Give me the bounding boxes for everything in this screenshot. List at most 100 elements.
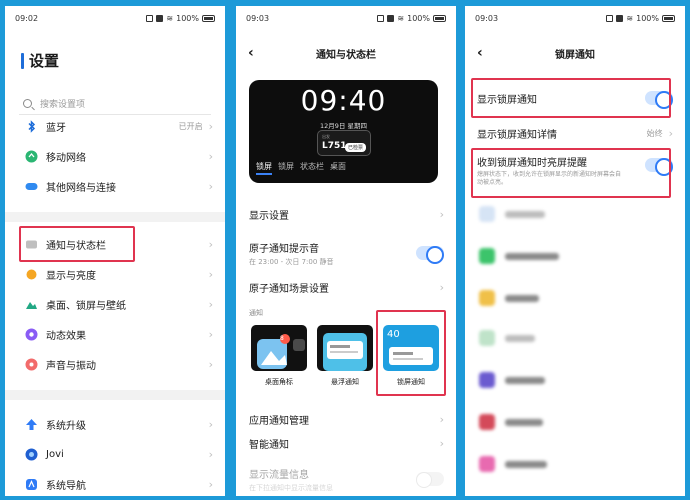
search-input[interactable]: 搜索设置项 <box>19 93 211 115</box>
battery-icon <box>202 14 215 22</box>
highlight-box <box>376 310 446 396</box>
battery-label: 100% <box>176 13 199 23</box>
sim-icon <box>616 14 624 22</box>
mute-icon <box>377 14 385 22</box>
settings-item-display[interactable]: 显示与亮度 › <box>5 264 225 284</box>
app-notification-row[interactable]: 应用通知管理 › <box>236 408 456 430</box>
wifi-icon: ≋ <box>626 13 634 23</box>
mobile-network-icon <box>25 150 38 162</box>
jovi-icon <box>25 448 38 460</box>
highlight-box <box>19 226 135 262</box>
battery-icon <box>662 14 675 22</box>
settings-item-mobile-network[interactable]: 移动网络 › <box>5 146 225 166</box>
settings-item-motion[interactable]: 动态效果 › <box>5 324 225 344</box>
battery-label: 100% <box>407 13 430 23</box>
chevron-right-icon: › <box>208 297 213 311</box>
navigation-icon <box>26 478 37 490</box>
sim-icon <box>156 14 164 22</box>
chevron-right-icon: › <box>208 119 213 133</box>
bluetooth-icon <box>28 119 36 133</box>
status-time: 09:02 <box>15 13 39 23</box>
sound-icon <box>25 358 38 370</box>
motion-icon <box>25 328 38 340</box>
chevron-right-icon: › <box>208 237 213 251</box>
chevron-right-icon: › <box>439 412 444 426</box>
brightness-icon <box>26 269 37 279</box>
chevron-right-icon: › <box>208 477 213 491</box>
mute-icon <box>146 14 154 22</box>
settings-item-other-networks[interactable]: 其他网络与连接 › <box>5 176 225 196</box>
tile-floating[interactable]: 悬浮通知 <box>315 323 375 391</box>
status-bar: 09:03 ≋ 100% <box>465 6 685 30</box>
app-list-item[interactable] <box>465 204 685 224</box>
lockscreen-preview: 09:40 12月9日 星期四 出发 L751 已检票 锁屏 锁屏 状态栏 桌面 <box>249 80 438 183</box>
atomic-scene-row[interactable]: 原子通知场景设置 › <box>236 276 456 298</box>
battery-icon <box>433 14 446 22</box>
mute-icon <box>606 14 614 22</box>
connection-icon <box>25 182 38 190</box>
chevron-right-icon: › <box>208 447 213 461</box>
wifi-icon: ≋ <box>397 13 405 23</box>
app-list-item[interactable] <box>465 246 685 266</box>
chevron-right-icon: › <box>208 357 213 371</box>
badge-preview-icon <box>257 334 305 369</box>
settings-item-upgrade[interactable]: 系统升级 › <box>5 414 225 434</box>
highlight-box <box>471 78 671 118</box>
traffic-info-toggle[interactable] <box>416 472 444 488</box>
atomic-sound-row[interactable]: 原子通知提示音 在 23:00 - 次日 7:00 静音 <box>236 236 456 270</box>
settings-item-wallpaper[interactable]: 桌面、锁屏与壁纸 › <box>5 294 225 314</box>
tile-badge[interactable]: 8 桌面角标 <box>249 323 309 391</box>
page-title: 设置 <box>5 30 225 71</box>
settings-screen: 09:02 ≋ 100% 设置 搜索设置项 蓝牙 已开启 › 移动网络 › 其他… <box>5 6 225 496</box>
badge-count: 8 <box>280 335 284 342</box>
wallpaper-icon <box>26 301 37 309</box>
preview-tab[interactable]: 状态栏 <box>300 161 324 175</box>
status-bar: 09:02 ≋ 100% <box>5 6 225 30</box>
chevron-right-icon: › <box>668 126 673 140</box>
chevron-right-icon: › <box>439 436 444 450</box>
app-list-item[interactable] <box>465 412 685 432</box>
status-time: 09:03 <box>246 13 270 23</box>
display-settings-row[interactable]: 显示设置 › <box>236 203 456 225</box>
settings-item-bluetooth[interactable]: 蓝牙 已开启 › <box>5 116 225 136</box>
chevron-right-icon: › <box>208 267 213 281</box>
back-arrow-icon[interactable]: ‹ <box>477 45 483 61</box>
upgrade-icon <box>26 418 37 430</box>
preview-tab[interactable]: 桌面 <box>330 161 346 175</box>
preview-tab[interactable]: 锁屏 <box>278 161 294 175</box>
nav-bar: ‹ 通知与状态栏 <box>236 38 456 68</box>
chevron-right-icon: › <box>208 417 213 431</box>
battery-label: 100% <box>636 13 659 23</box>
show-lock-detail-row[interactable]: 显示锁屏通知详情 始终 › <box>465 122 685 144</box>
app-list-item[interactable] <box>465 288 685 308</box>
app-list-item[interactable] <box>465 370 685 390</box>
search-icon <box>23 99 32 108</box>
lock-notification-screen: 09:03 ≋ 100% ‹ 锁屏通知 显示锁屏通知 显示锁屏通知详情 始终 ›… <box>465 6 685 496</box>
highlight-box <box>471 148 671 198</box>
settings-item-navigation[interactable]: 系统导航 › <box>5 474 225 494</box>
sim-icon <box>387 14 395 22</box>
preview-tabs: 锁屏 锁屏 状态栏 桌面 <box>256 161 346 175</box>
chevron-right-icon: › <box>439 280 444 294</box>
floating-preview-icon <box>323 333 367 371</box>
page-title: 锁屏通知 <box>555 49 595 61</box>
settings-item-sound[interactable]: 声音与振动 › <box>5 354 225 374</box>
traffic-info-row[interactable]: 显示流量信息 在下拉通知中显示流量信息 <box>236 464 456 494</box>
smart-notification-row[interactable]: 智能通知 › <box>236 432 456 454</box>
chevron-right-icon: › <box>208 149 213 163</box>
nav-bar: ‹ 锁屏通知 <box>465 38 685 68</box>
chevron-right-icon: › <box>208 327 213 341</box>
status-bar: 09:03 ≋ 100% <box>236 6 456 30</box>
preview-time: 09:40 <box>300 84 387 117</box>
back-arrow-icon[interactable]: ‹ <box>248 45 254 61</box>
chevron-right-icon: › <box>208 179 213 193</box>
atomic-sound-toggle[interactable] <box>416 246 444 264</box>
notification-screen: 09:03 ≋ 100% ‹ 通知与状态栏 09:40 12月9日 星期四 出发… <box>236 6 456 496</box>
preview-tab[interactable]: 锁屏 <box>256 161 272 175</box>
preview-notification-card: 出发 L751 已检票 <box>317 130 371 156</box>
chevron-right-icon: › <box>439 207 444 221</box>
app-list-item[interactable] <box>465 328 685 348</box>
wifi-icon: ≋ <box>166 13 174 23</box>
settings-item-jovi[interactable]: Jovi › <box>5 444 225 464</box>
preview-date: 12月9日 星期四 <box>320 122 367 130</box>
